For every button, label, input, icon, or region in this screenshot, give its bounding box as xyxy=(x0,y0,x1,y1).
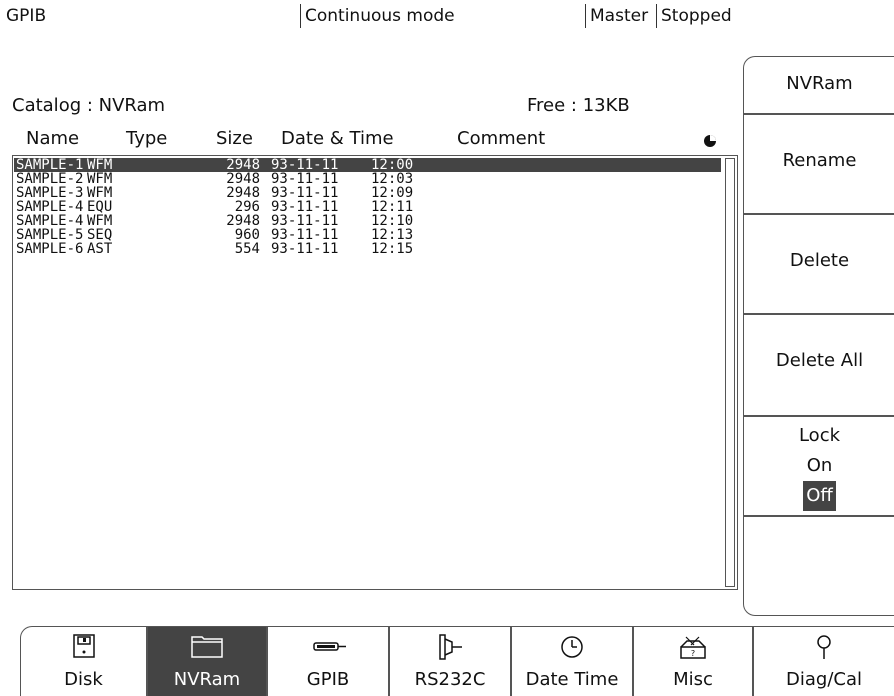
tab-bar: Disk NVRam GPIB RS232C Date Time ? Misc xyxy=(20,626,894,696)
file-time: 12:13 xyxy=(371,227,414,243)
status-interface: GPIB xyxy=(6,6,47,26)
file-type: WFM xyxy=(87,213,113,229)
rename-button[interactable]: Rename xyxy=(744,115,894,213)
column-header-type: Type xyxy=(126,128,168,149)
file-time: 12:11 xyxy=(371,199,414,215)
file-name: SAMPLE-4 xyxy=(16,213,84,229)
file-date: 93-11-11 xyxy=(271,213,339,229)
file-date: 93-11-11 xyxy=(271,171,339,187)
file-size: 2948 xyxy=(226,157,260,173)
tab-date-time[interactable]: Date Time xyxy=(511,626,633,696)
sort-indicator-icon xyxy=(704,135,716,147)
tab-label: Misc xyxy=(673,669,713,690)
file-type: WFM xyxy=(87,157,113,173)
file-name: SAMPLE-5 xyxy=(16,227,84,243)
file-time: 12:09 xyxy=(371,185,414,201)
free-space-label: Free : 13KB xyxy=(527,95,630,116)
tab-label: Date Time xyxy=(525,669,619,690)
tab-disk[interactable]: Disk xyxy=(20,626,147,696)
catalog-title: Catalog : NVRam xyxy=(12,95,166,116)
file-name: SAMPLE-6 xyxy=(16,241,84,257)
file-date: 93-11-11 xyxy=(271,227,339,243)
tab-label: Diag/Cal xyxy=(786,669,862,690)
side-menu-divider xyxy=(744,515,894,517)
probe-icon xyxy=(754,633,894,661)
file-type: SEQ xyxy=(87,227,113,243)
status-separator xyxy=(656,4,657,28)
folder-icon xyxy=(148,633,266,661)
file-name: SAMPLE-4 xyxy=(16,199,84,215)
file-date: 93-11-11 xyxy=(271,185,339,201)
file-list[interactable]: SAMPLE-1 WFM 2948 93-11-11 12:00 SAMPLE-… xyxy=(12,155,738,590)
status-separator xyxy=(585,4,586,28)
column-header-comment: Comment xyxy=(457,128,546,149)
status-separator xyxy=(300,4,301,28)
file-size: 960 xyxy=(234,227,260,243)
file-row[interactable]: SAMPLE-6 AST 554 93-11-11 12:15 xyxy=(14,242,721,256)
delete-label: Delete xyxy=(789,250,850,271)
file-date: 93-11-11 xyxy=(271,241,339,257)
toolbox-icon: ? xyxy=(634,633,752,661)
file-type: WFM xyxy=(87,185,113,201)
tab-label: NVRam xyxy=(173,669,241,690)
file-time: 12:00 xyxy=(371,157,414,173)
file-size: 2948 xyxy=(226,213,260,229)
side-menu-title: NVRam xyxy=(786,73,853,94)
clock-icon xyxy=(512,633,632,661)
tab-diag-cal[interactable]: Diag/Cal xyxy=(753,626,894,696)
file-date: 93-11-11 xyxy=(271,199,339,215)
file-type: AST xyxy=(87,241,113,257)
file-row[interactable]: SAMPLE-1 WFM 2948 93-11-11 12:00 xyxy=(14,158,721,172)
status-mode: Continuous mode xyxy=(305,6,455,26)
tab-label: GPIB xyxy=(306,669,350,690)
file-row[interactable]: SAMPLE-3 WFM 2948 93-11-11 12:09 xyxy=(14,186,721,200)
column-header-date-time: Date & Time xyxy=(281,128,394,149)
file-type: EQU xyxy=(87,199,113,215)
tab-label: RS232C xyxy=(414,669,486,690)
file-row[interactable]: SAMPLE-4 WFM 2948 93-11-11 12:10 xyxy=(14,214,721,228)
gpib-connector-icon xyxy=(268,633,388,661)
list-scrollbar[interactable] xyxy=(725,158,735,587)
tab-misc[interactable]: ? Misc xyxy=(633,626,753,696)
delete-all-button[interactable]: Delete All xyxy=(744,315,894,413)
rs232c-connector-icon xyxy=(390,633,510,661)
file-time: 12:15 xyxy=(371,241,414,257)
file-time: 12:03 xyxy=(371,171,414,187)
status-bar: GPIB Continuous mode Master Stopped xyxy=(0,0,894,36)
lock-toggle-button[interactable]: Lock On Off xyxy=(744,417,894,515)
file-row[interactable]: SAMPLE-4 EQU 296 93-11-11 12:11 xyxy=(14,200,721,214)
file-date: 93-11-11 xyxy=(271,157,339,173)
file-size: 2948 xyxy=(226,185,260,201)
column-header-size: Size xyxy=(216,128,253,149)
svg-text:?: ? xyxy=(691,649,695,658)
file-time: 12:10 xyxy=(371,213,414,229)
file-name: SAMPLE-3 xyxy=(16,185,84,201)
lock-off-option: Off xyxy=(803,481,836,511)
file-type: WFM xyxy=(87,171,113,187)
lock-on-option: On xyxy=(806,455,833,476)
rename-label: Rename xyxy=(782,150,857,171)
delete-all-label: Delete All xyxy=(775,350,864,371)
side-menu: NVRam Rename Delete Delete All Lock On O… xyxy=(743,56,894,616)
file-size: 2948 xyxy=(226,171,260,187)
file-size: 554 xyxy=(234,241,260,257)
file-name: SAMPLE-2 xyxy=(16,171,84,187)
lock-label: Lock xyxy=(798,425,841,446)
file-row[interactable]: SAMPLE-5 SEQ 960 93-11-11 12:13 xyxy=(14,228,721,242)
file-row[interactable]: SAMPLE-2 WFM 2948 93-11-11 12:03 xyxy=(14,172,721,186)
tab-gpib[interactable]: GPIB xyxy=(267,626,389,696)
disk-icon xyxy=(21,633,146,661)
tab-label: Disk xyxy=(64,669,103,690)
tab-rs232c[interactable]: RS232C xyxy=(389,626,511,696)
file-size: 296 xyxy=(234,199,260,215)
status-role: Master xyxy=(590,6,649,26)
status-state: Stopped xyxy=(661,6,732,26)
tab-nvram[interactable]: NVRam xyxy=(147,626,267,696)
column-header-name: Name xyxy=(26,128,80,149)
file-name: SAMPLE-1 xyxy=(16,157,84,173)
delete-button[interactable]: Delete xyxy=(744,215,894,313)
